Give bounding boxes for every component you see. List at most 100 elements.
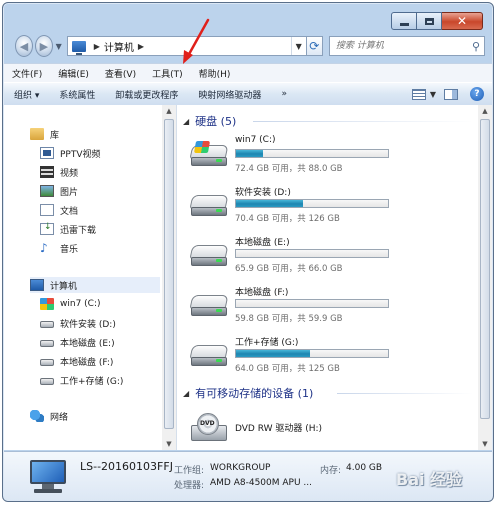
main-content: 库 PPTV视频 视频 图片 文档 迅雷下载	[4, 105, 492, 450]
recent-pages-dropdown[interactable]: ▼	[55, 42, 63, 51]
nav-drive-g[interactable]: 工作+存储 (G:)	[40, 372, 123, 388]
view-dropdown-icon[interactable]: ▼	[430, 90, 436, 99]
help-icon[interactable]: ?	[470, 87, 484, 101]
drive-free-space: 65.9 GB 可用，共 66.0 GB	[235, 264, 343, 274]
organize-button[interactable]: 组织 ▾	[4, 88, 49, 101]
search-box[interactable]: ⚲	[328, 36, 485, 56]
nav-item-label: win7 (C:)	[60, 299, 101, 309]
drive-f[interactable]: 本地磁盘 (F:) 59.8 GB 可用，共 59.9 GB	[187, 285, 477, 325]
nav-item-label: 文档	[60, 206, 79, 217]
back-button[interactable]: ◀	[15, 35, 33, 57]
collapse-triangle-icon[interactable]: ◢	[183, 117, 189, 126]
drive-name: 本地磁盘 (E:)	[235, 238, 290, 248]
dvd-drive-icon: DVD	[191, 413, 227, 443]
drive-icon	[40, 378, 54, 385]
drive-usage-bar	[235, 249, 389, 258]
collapse-triangle-icon[interactable]: ◢	[183, 389, 189, 398]
preview-pane-icon[interactable]	[444, 88, 458, 100]
menu-file[interactable]: 文件(F)	[4, 67, 50, 80]
cpu-value: AMD A8-4500M APU ...	[210, 478, 312, 488]
drive-g[interactable]: 工作+存储 (G:) 64.0 GB 可用，共 125 GB	[187, 335, 477, 375]
back-arrow-icon: ◀	[19, 39, 29, 53]
navigation-scrollbar[interactable]: ▲ ▼	[162, 105, 177, 450]
chevron-right-icon[interactable]: ▶	[138, 42, 144, 51]
maximize-button[interactable]	[417, 12, 442, 30]
scroll-thumb[interactable]	[164, 119, 174, 429]
scroll-up-arrow[interactable]: ▲	[162, 105, 176, 117]
nav-drive-c[interactable]: win7 (C:)	[40, 296, 101, 312]
nav-item-label: 软件安装 (D:)	[60, 319, 116, 330]
download-icon	[40, 222, 54, 235]
refresh-icon: ⟳	[309, 39, 320, 53]
memory-value: 4.00 GB	[346, 463, 383, 473]
drive-free-space: 72.4 GB 可用，共 88.0 GB	[235, 164, 343, 174]
drive-usage-bar	[235, 349, 389, 358]
scroll-thumb[interactable]	[480, 119, 490, 419]
caption-buttons: ✕	[391, 12, 483, 30]
scroll-down-arrow[interactable]: ▼	[162, 438, 176, 450]
nav-libraries[interactable]: 库	[30, 126, 59, 142]
drive-name: DVD RW 驱动器 (H:)	[235, 424, 323, 434]
more-commands-button[interactable]: »	[271, 89, 297, 99]
nav-libraries-label: 库	[50, 130, 60, 141]
menu-help[interactable]: 帮助(H)	[191, 67, 239, 80]
close-button[interactable]: ✕	[442, 12, 483, 30]
change-view-icon[interactable]	[411, 88, 426, 100]
system-properties-button[interactable]: 系统属性	[49, 88, 105, 101]
hard-drive-icon	[189, 345, 229, 367]
nav-item-pictures[interactable]: 图片	[40, 183, 78, 199]
workgroup-label: 工作组:	[174, 466, 205, 476]
drive-usage-bar	[235, 299, 389, 308]
search-icon[interactable]: ⚲	[468, 40, 484, 53]
drive-name: win7 (C:)	[235, 135, 276, 145]
minimize-button[interactable]	[391, 12, 417, 30]
content-scrollbar[interactable]: ▲ ▼	[478, 105, 492, 450]
menu-tools[interactable]: 工具(T)	[144, 67, 191, 80]
nav-item-thunder-downloads[interactable]: 迅雷下载	[40, 221, 96, 237]
forward-button[interactable]: ▶	[34, 35, 53, 57]
search-input[interactable]	[329, 40, 468, 52]
drive-free-space: 59.8 GB 可用，共 59.9 GB	[235, 314, 343, 324]
nav-item-music[interactable]: ♪ 音乐	[40, 240, 78, 256]
nav-drive-e[interactable]: 本地磁盘 (E:)	[40, 334, 115, 350]
group-header-hdd[interactable]: ◢ 硬盘 (5)	[183, 113, 236, 129]
refresh-button[interactable]: ⟳	[306, 36, 323, 56]
nav-item-videos[interactable]: 视频	[40, 164, 78, 180]
nav-item-documents[interactable]: 文档	[40, 202, 78, 218]
scroll-up-arrow[interactable]: ▲	[478, 105, 492, 117]
film-icon	[40, 166, 54, 178]
red-annotation-arrow	[183, 18, 210, 64]
command-bar-right: ▼ ?	[411, 87, 492, 101]
nav-item-label: 工作+存储 (G:)	[60, 376, 124, 387]
group-divider	[337, 393, 473, 394]
hard-drive-icon	[189, 245, 229, 267]
nav-network[interactable]: 网络	[30, 408, 68, 424]
drive-e[interactable]: 本地磁盘 (E:) 65.9 GB 可用，共 66.0 GB	[187, 235, 477, 275]
nav-drive-d[interactable]: 软件安装 (D:)	[40, 315, 116, 331]
menu-bar: 文件(F) 编辑(E) 查看(V) 工具(T) 帮助(H)	[4, 63, 492, 82]
nav-item-label: 本地磁盘 (F:)	[60, 357, 114, 368]
address-dropdown[interactable]: ▼	[290, 37, 306, 55]
menu-edit[interactable]: 编辑(E)	[50, 67, 97, 80]
minimize-icon	[399, 22, 409, 26]
chevron-right-icon[interactable]: ▶	[94, 42, 100, 51]
nav-computer[interactable]: 计算机	[30, 277, 160, 293]
nav-item-label: 音乐	[60, 244, 79, 255]
nav-item-pptv[interactable]: PPTV视频	[40, 145, 101, 161]
nav-drive-f[interactable]: 本地磁盘 (F:)	[40, 353, 113, 369]
nav-network-label: 网络	[50, 412, 69, 423]
nav-item-label: PPTV视频	[60, 149, 101, 160]
group-header-removable[interactable]: ◢ 有可移动存储的设备 (1)	[183, 385, 313, 401]
drive-c[interactable]: win7 (C:) 72.4 GB 可用，共 88.0 GB	[187, 135, 477, 175]
breadcrumb-computer[interactable]: 计算机	[104, 39, 134, 54]
uninstall-program-button[interactable]: 卸载或更改程序	[105, 88, 188, 101]
drive-d[interactable]: 软件安装 (D:) 70.4 GB 可用，共 126 GB	[187, 185, 477, 225]
baidu-watermark: Bai 经验	[396, 470, 463, 489]
cpu-label: 处理器:	[174, 481, 205, 491]
drive-h-dvd[interactable]: DVD DVD RW 驱动器 (H:)	[187, 407, 477, 447]
scroll-down-arrow[interactable]: ▼	[478, 438, 492, 450]
menu-view[interactable]: 查看(V)	[97, 67, 144, 80]
map-network-drive-button[interactable]: 映射网络驱动器	[188, 88, 271, 101]
drive-free-space: 70.4 GB 可用，共 126 GB	[235, 214, 340, 224]
nav-computer-label: 计算机	[50, 281, 78, 292]
